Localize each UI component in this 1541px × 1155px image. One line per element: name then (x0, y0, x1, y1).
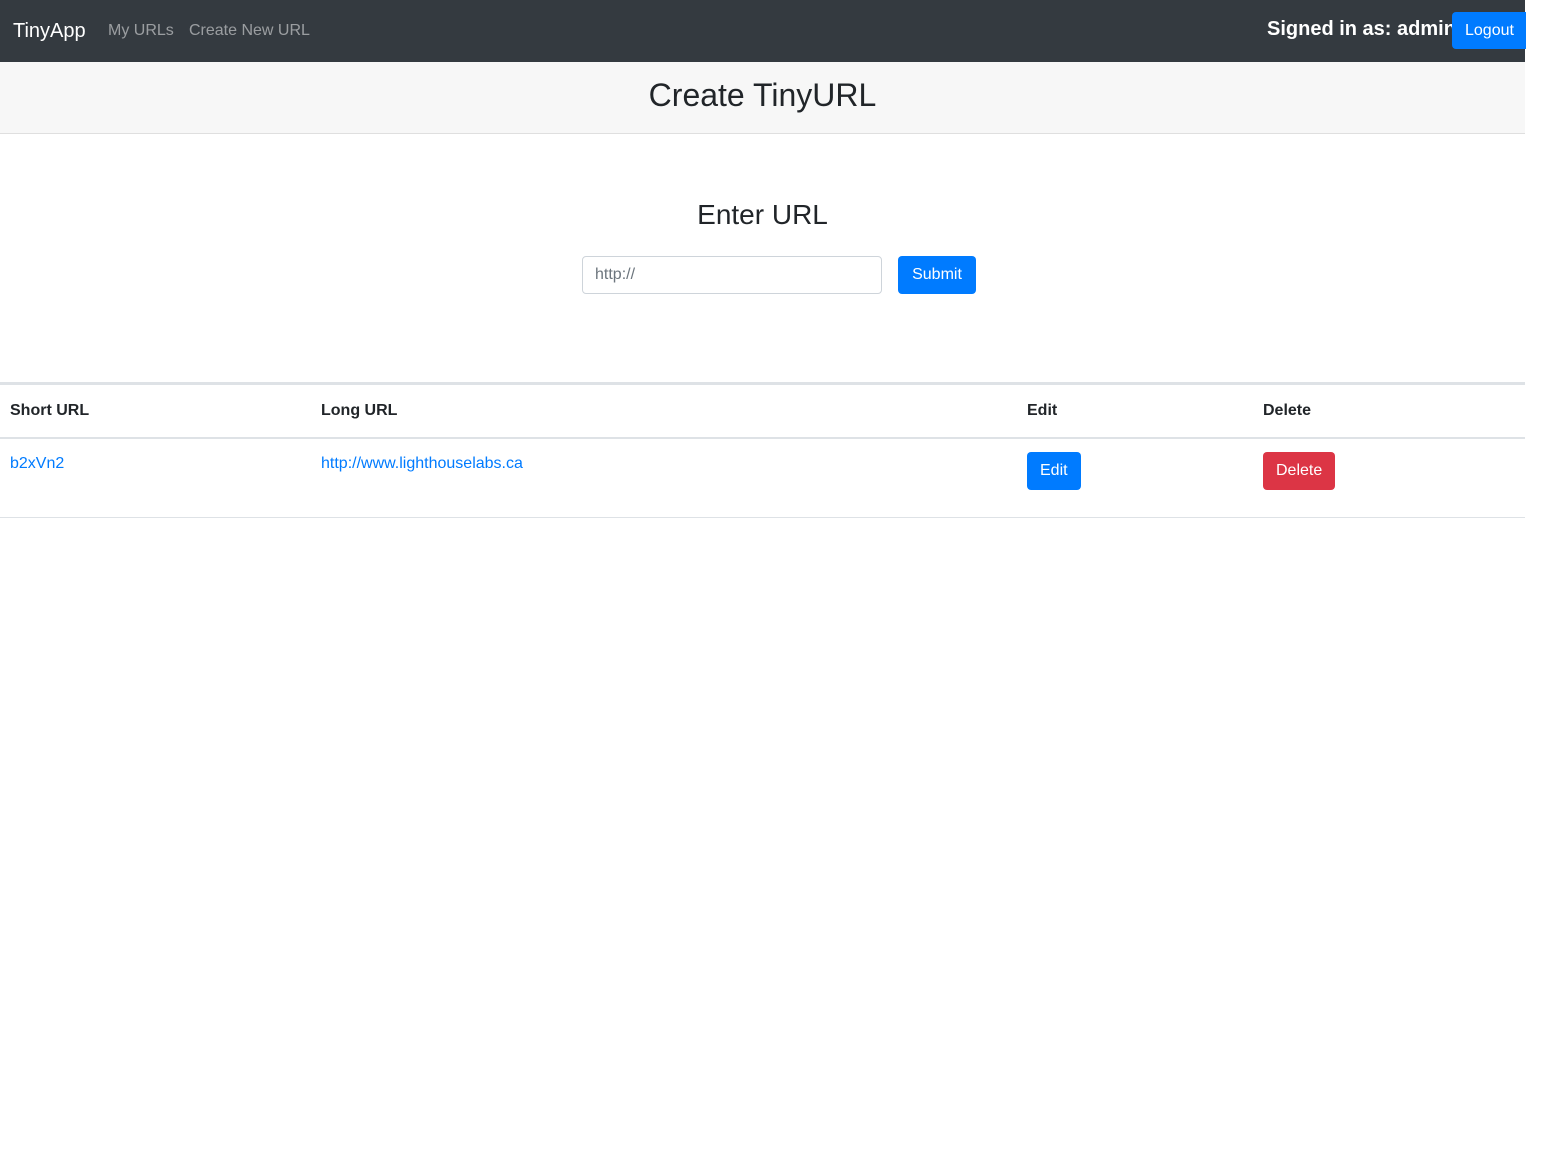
cell-delete: Delete (1253, 438, 1525, 518)
cell-long-url: http://www.lighthouselabs.ca (311, 438, 1017, 518)
cell-short-url: b2xVn2 (0, 438, 311, 518)
table-header: Short URL Long URL Edit Delete (0, 383, 1525, 439)
urls-table: Short URL Long URL Edit Delete b2xVn2 ht… (0, 382, 1525, 518)
navbar: TinyApp My URLs Create New URL Signed in… (0, 0, 1526, 62)
table-row: b2xVn2 http://www.lighthouselabs.ca Edit… (0, 438, 1525, 518)
column-header-short-url: Short URL (0, 383, 311, 439)
column-header-edit: Edit (1017, 383, 1253, 439)
short-url-link[interactable]: b2xVn2 (10, 455, 64, 472)
column-header-long-url: Long URL (311, 383, 1017, 439)
logout-button[interactable]: Logout (1452, 12, 1526, 49)
signed-in-label: Signed in as: (1267, 18, 1392, 40)
long-url-link[interactable]: http://www.lighthouselabs.ca (321, 455, 523, 472)
column-header-delete: Delete (1253, 383, 1525, 439)
form-title: Enter URL (697, 199, 828, 230)
nav-link-my-urls[interactable]: My URLs (108, 21, 174, 41)
nav-link-create-new-url[interactable]: Create New URL (189, 21, 310, 41)
cell-edit: Edit (1017, 438, 1253, 518)
long-url-input[interactable] (582, 256, 882, 294)
edit-button[interactable]: Edit (1027, 452, 1081, 490)
table-header-row: Short URL Long URL Edit Delete (0, 383, 1525, 439)
signed-in-username: admin (1397, 18, 1456, 40)
brand-link[interactable]: TinyApp (13, 18, 86, 44)
delete-button[interactable]: Delete (1263, 452, 1336, 490)
page: TinyApp My URLs Create New URL Signed in… (0, 0, 1526, 1155)
signed-in-status: Signed in as: admin (1267, 16, 1456, 42)
page-header: Create TinyURL (0, 62, 1525, 134)
submit-button[interactable]: Submit (898, 256, 976, 294)
table-body: b2xVn2 http://www.lighthouselabs.ca Edit… (0, 438, 1525, 518)
page-title: Create TinyURL (648, 77, 877, 113)
